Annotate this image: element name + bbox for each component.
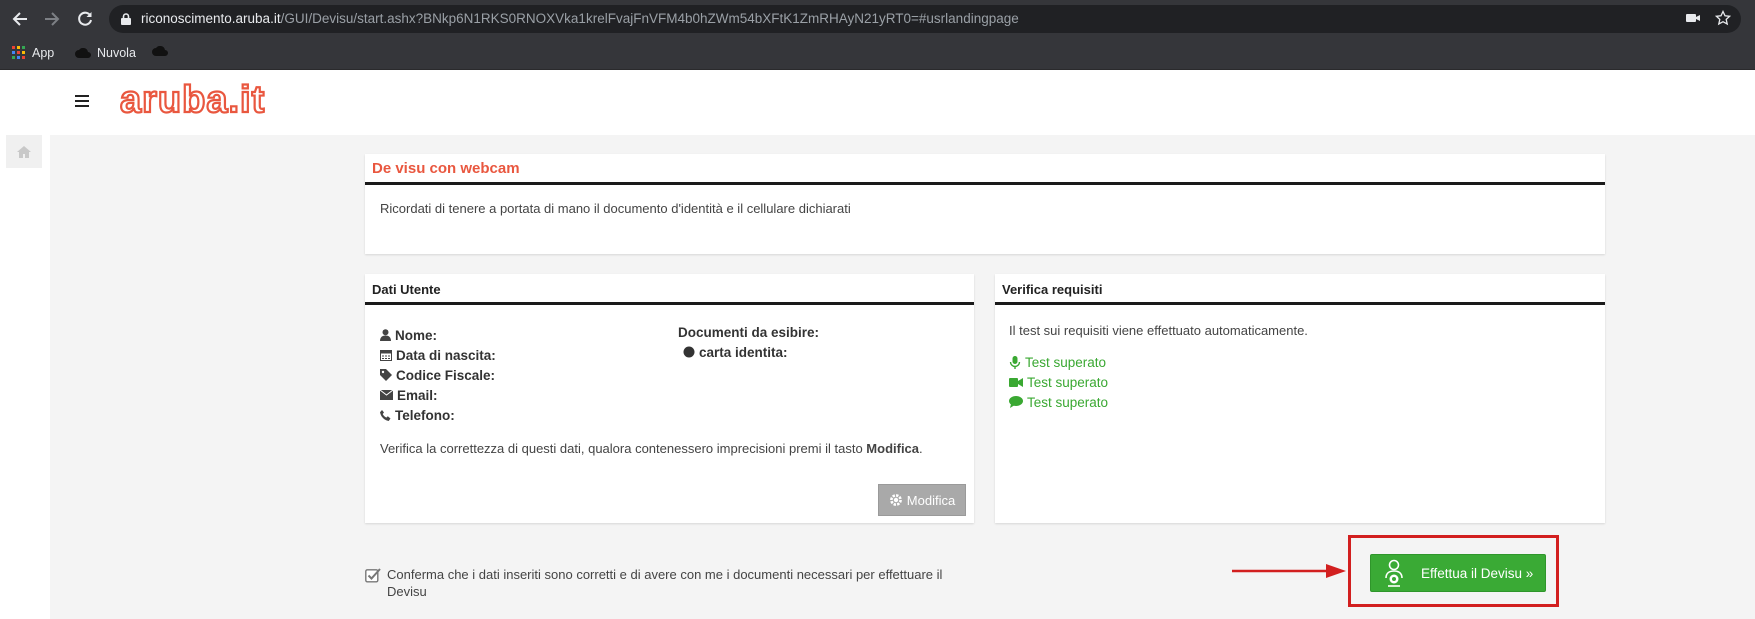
phone-icon <box>380 409 391 421</box>
requirements-text: Il test sui requisiti viene effettuato a… <box>1009 323 1308 338</box>
checkbox-checked-icon[interactable] <box>365 567 381 583</box>
forward-icon[interactable] <box>40 7 64 31</box>
cloud-icon <box>152 46 168 56</box>
annotation-arrow <box>1232 564 1346 578</box>
field-email: Email: <box>380 385 496 405</box>
documents-label: Documenti da esibire: <box>678 324 820 340</box>
document-item-label: carta identita: <box>699 344 788 360</box>
comment-icon <box>1009 396 1023 408</box>
webcam-user-icon <box>1385 559 1403 587</box>
user-data-title: Dati Utente <box>365 274 974 305</box>
svg-text:aruba.it: aruba.it <box>120 79 265 120</box>
menu-icon[interactable] <box>75 95 89 110</box>
apps-grid-icon <box>12 46 25 59</box>
document-item: carta identita: <box>678 342 819 362</box>
field-telefono: Telefono: <box>380 405 496 425</box>
url-host: riconoscimento.aruba.it <box>141 11 281 26</box>
bookmarks-bar: App Nuvola <box>0 38 1755 70</box>
video-camera-icon <box>1009 377 1023 387</box>
test-chat: Test superato <box>1009 392 1108 412</box>
field-nome: Nome: <box>380 325 496 345</box>
home-icon <box>17 145 31 158</box>
site-header: aruba.it <box>0 70 1755 135</box>
verify-note-text: Verifica la correttezza di questi dati, … <box>380 441 867 456</box>
bookmark-cloud[interactable] <box>152 46 168 56</box>
bookmark-apps-label: App <box>32 46 55 60</box>
bookmark-star-icon[interactable] <box>1714 9 1732 29</box>
home-button[interactable] <box>6 135 42 168</box>
test-chat-label: Test superato <box>1027 394 1109 410</box>
verify-note: Verifica la correttezza di questi dati, … <box>380 441 923 456</box>
bookmark-nuvola[interactable]: Nuvola <box>75 46 136 60</box>
calendar-icon <box>380 350 392 361</box>
requirements-title: Verifica requisiti <box>995 274 1605 305</box>
sidebar <box>0 135 50 619</box>
gear-icon <box>889 494 902 506</box>
lock-icon <box>121 13 131 28</box>
effettua-devisu-label: Effettua il Devisu » <box>1421 565 1534 581</box>
back-icon[interactable] <box>8 7 32 31</box>
field-codice-fiscale: Codice Fiscale: <box>380 365 496 385</box>
field-data-nascita-label: Data di nascita: <box>396 347 496 363</box>
field-telefono-label: Telefono: <box>395 407 455 423</box>
test-webcam-label: Test superato <box>1027 374 1109 390</box>
intro-title: De visu con webcam <box>365 154 1605 185</box>
bookmark-nuvola-label: Nuvola <box>97 46 136 60</box>
requirements-panel: Verifica requisiti Il test sui requisiti… <box>995 274 1605 523</box>
circle-icon <box>683 346 695 358</box>
effettua-devisu-button[interactable]: Effettua il Devisu » <box>1370 554 1546 592</box>
tag-icon <box>380 369 392 381</box>
camera-icon[interactable] <box>1685 10 1701 29</box>
field-nome-label: Nome: <box>395 327 438 343</box>
field-email-label: Email: <box>397 387 438 403</box>
envelope-icon <box>380 390 393 400</box>
intro-panel: De visu con webcam Ricordati di tenere a… <box>365 154 1605 254</box>
test-microphone: Test superato <box>1009 352 1108 372</box>
address-bar[interactable]: riconoscimento.aruba.it/GUI/Devisu/start… <box>109 5 1741 33</box>
aruba-logo[interactable]: aruba.it <box>118 76 268 123</box>
url-path: /GUI/Devisu/start.ashx?BNkp6N1RKS0RNOXVk… <box>280 11 1019 26</box>
microphone-icon <box>1009 355 1021 369</box>
confirm-text: Conferma che i dati inseriti sono corret… <box>387 566 942 600</box>
confirm-checkbox[interactable]: Conferma che i dati inseriti sono corret… <box>365 566 945 600</box>
user-icon <box>380 329 391 341</box>
bookmark-apps[interactable]: App <box>12 46 54 60</box>
test-microphone-label: Test superato <box>1025 354 1107 370</box>
intro-text: Ricordati di tenere a portata di mano il… <box>380 201 851 216</box>
url-text: riconoscimento.aruba.it/GUI/Devisu/start… <box>141 11 1019 26</box>
confirm-text-line2: Devisu <box>387 584 427 599</box>
reload-icon[interactable] <box>73 7 97 31</box>
test-webcam: Test superato <box>1009 372 1108 392</box>
verify-note-bold: Modifica <box>866 441 920 456</box>
verify-note-end: . <box>919 441 923 456</box>
field-data-nascita: Data di nascita: <box>380 345 496 365</box>
browser-toolbar: riconoscimento.aruba.it/GUI/Devisu/start… <box>0 0 1755 38</box>
confirm-text-line1: Conferma che i dati inseriti sono corret… <box>387 567 943 582</box>
field-codice-fiscale-label: Codice Fiscale: <box>396 367 496 383</box>
modifica-button[interactable]: Modifica <box>878 484 966 516</box>
user-data-panel: Dati Utente Nome: Data di nascita: Codic… <box>365 274 974 523</box>
cloud-icon <box>75 48 91 58</box>
modifica-label: Modifica <box>906 492 956 508</box>
